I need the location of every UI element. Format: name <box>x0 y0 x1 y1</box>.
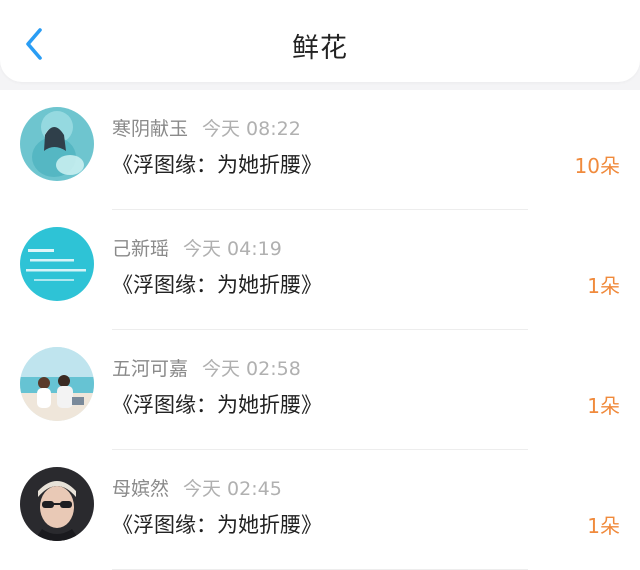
list-item[interactable]: 己新瑶 今天 04:19 《浮图缘：为她折腰》 1朵 <box>0 210 640 330</box>
username: 己新瑶 今天 04:19 <box>112 234 282 261</box>
avatar[interactable] <box>20 227 94 301</box>
book-title-link[interactable]: 《浮图缘：为她折腰》 <box>112 269 322 299</box>
username: 母嫔然 今天 02:45 <box>112 474 282 501</box>
flower-count: 1朵 <box>587 394 620 418</box>
list-item[interactable]: 母嫔然 今天 02:45 《浮图缘：为她折腰》 1朵 <box>0 450 640 570</box>
flower-count: 10朵 <box>574 154 620 178</box>
avatar[interactable] <box>20 107 94 181</box>
timestamp: 今天 08:22 <box>202 118 301 140</box>
avatar[interactable] <box>20 347 94 421</box>
timestamp: 今天 04:19 <box>183 238 282 260</box>
timestamp: 今天 02:45 <box>183 478 282 500</box>
list-item[interactable]: 寒阴献玉 今天 08:22 《浮图缘：为她折腰》 10朵 <box>0 90 640 210</box>
book-title-link[interactable]: 《浮图缘：为她折腰》 <box>112 149 322 179</box>
list-item[interactable]: 五河可嘉 今天 02:58 《浮图缘：为她折腰》 1朵 <box>0 330 640 450</box>
avatar[interactable] <box>20 467 94 541</box>
book-title-link[interactable]: 《浮图缘：为她折腰》 <box>112 509 322 539</box>
username: 寒阴献玉 今天 08:22 <box>112 114 301 141</box>
username-text: 五河可嘉 <box>112 358 189 380</box>
flower-count: 1朵 <box>587 274 620 298</box>
flower-list: 寒阴献玉 今天 08:22 《浮图缘：为她折腰》 10朵 己新瑶 今天 04:19 … <box>0 90 640 570</box>
username-text: 己新瑶 <box>112 238 170 260</box>
flower-count: 1朵 <box>587 514 620 538</box>
username-text: 寒阴献玉 <box>112 118 189 140</box>
page-title: 鲜花 <box>292 33 348 64</box>
book-title-link[interactable]: 《浮图缘：为她折腰》 <box>112 389 322 419</box>
timestamp: 今天 02:58 <box>202 358 301 380</box>
username-text: 母嫔然 <box>112 478 170 500</box>
top-nav-bar: 鲜花 <box>0 0 640 82</box>
username: 五河可嘉 今天 02:58 <box>112 354 301 381</box>
